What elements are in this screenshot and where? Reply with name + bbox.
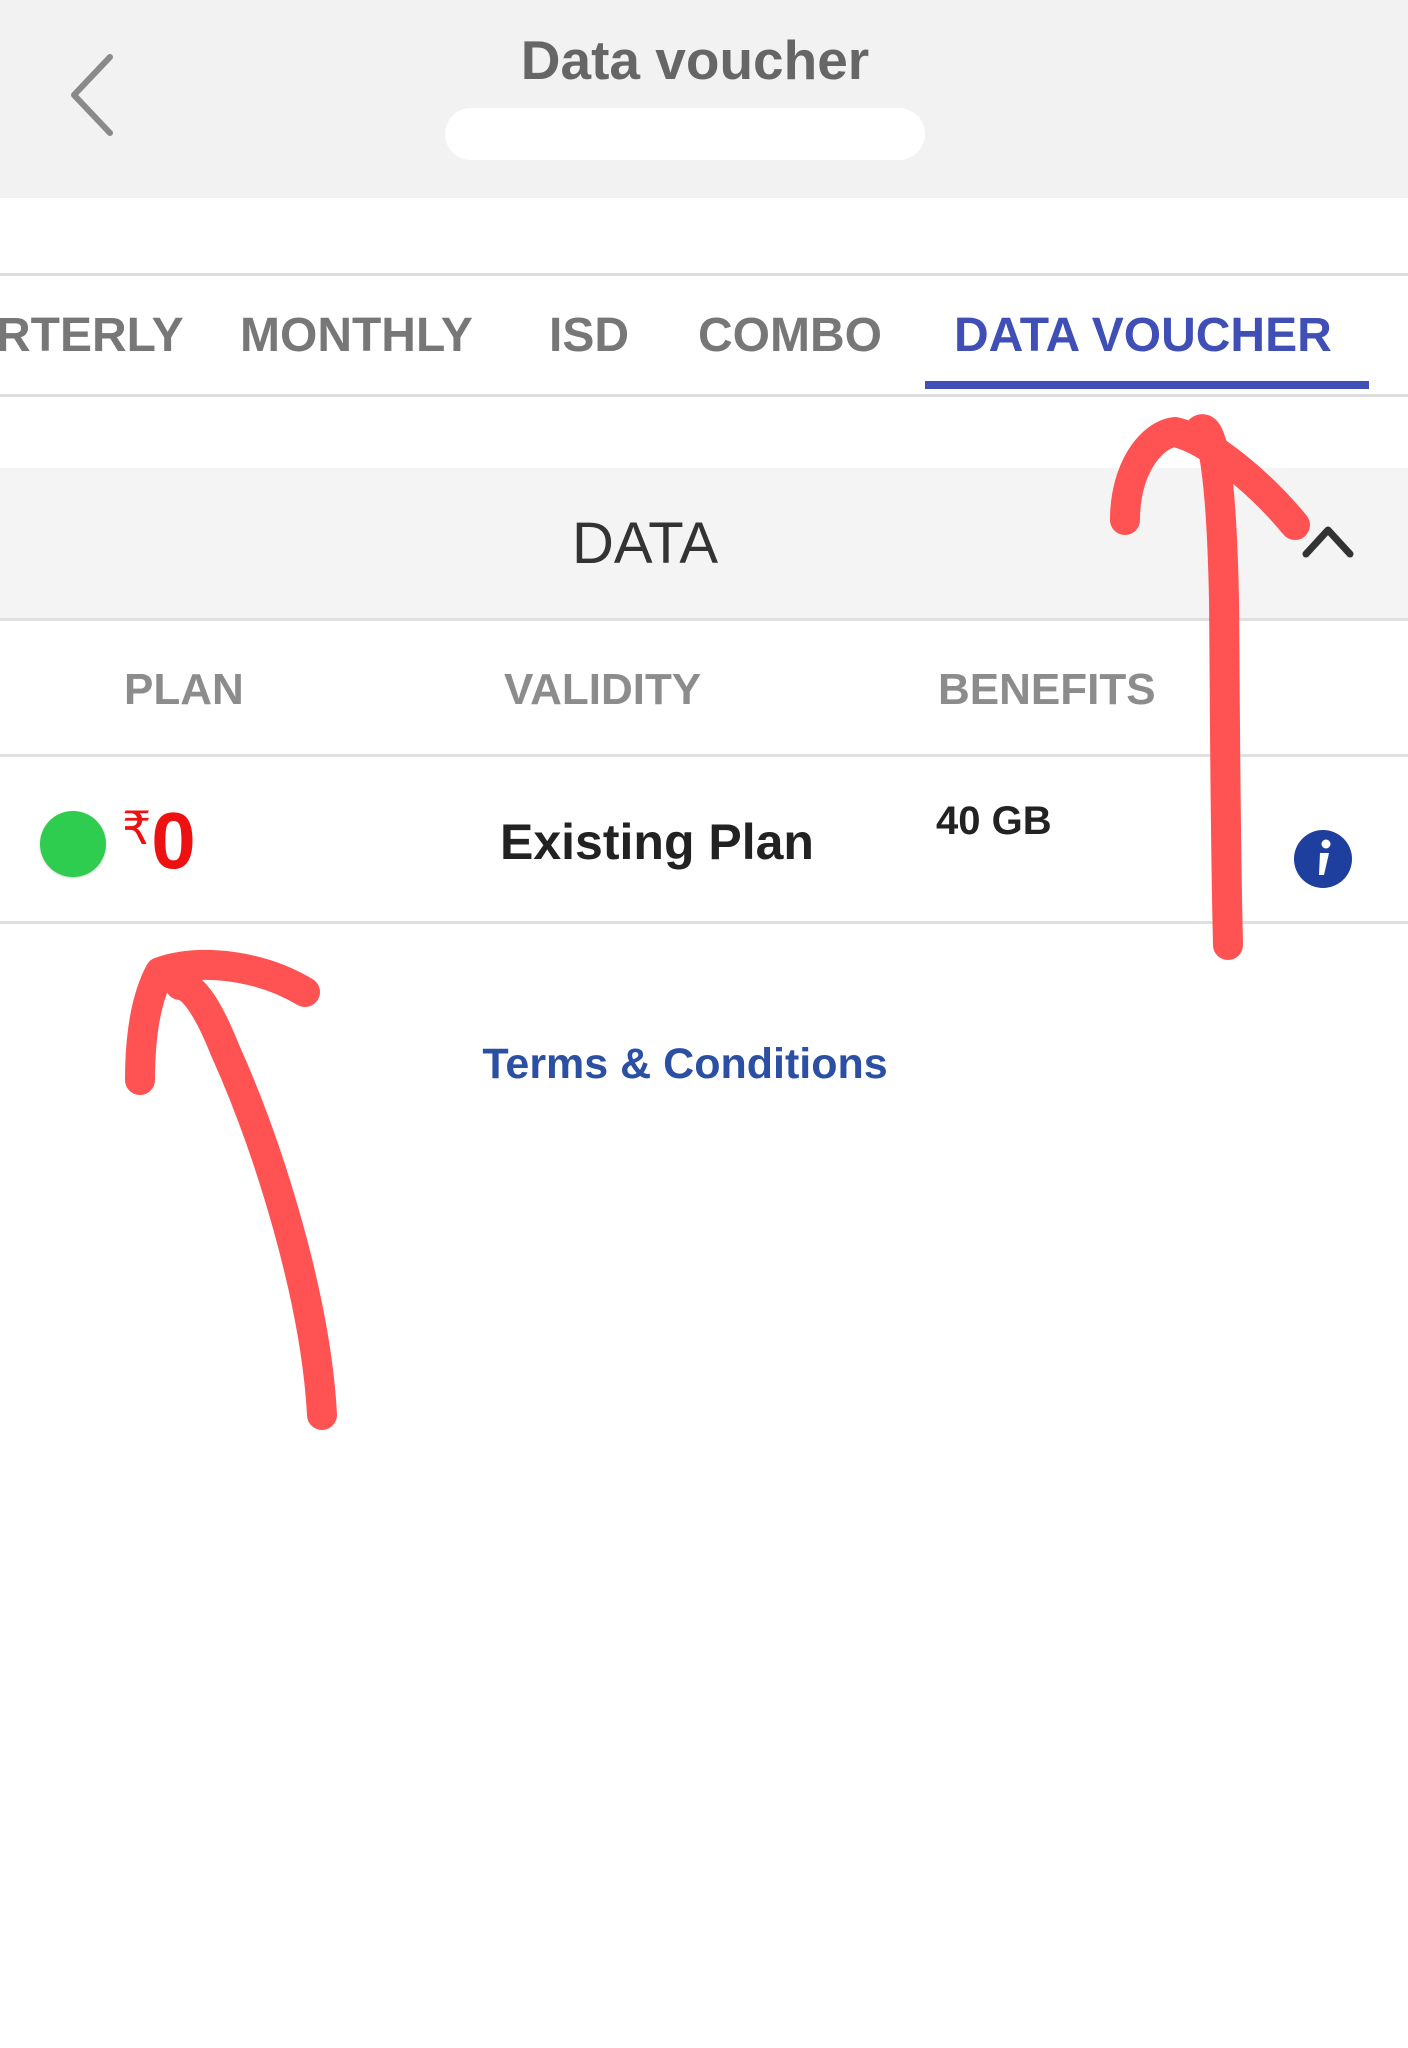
redacted-subtitle: [445, 108, 925, 160]
page: Data voucher RTERLY MONTHLY ISD COMBO DA…: [0, 0, 1408, 2048]
page-title: Data voucher: [520, 29, 870, 91]
chevron-up-icon[interactable]: [1298, 516, 1358, 566]
plan-price: ₹0: [122, 795, 196, 887]
info-icon[interactable]: [1293, 829, 1353, 889]
tab-data-voucher[interactable]: DATA VOUCHER: [954, 308, 1332, 363]
tab-combo[interactable]: COMBO: [698, 308, 882, 363]
active-tab-indicator: [925, 381, 1369, 389]
table-row[interactable]: ₹0 Existing Plan 40 GB: [0, 757, 1408, 922]
data-section-header[interactable]: DATA: [0, 468, 1408, 621]
plan-validity: Existing Plan: [500, 814, 814, 870]
section-title: DATA: [571, 511, 719, 576]
plan-benefits: 40 GB: [936, 799, 1052, 843]
plan-tabs: RTERLY MONTHLY ISD COMBO DATA VOUCHER: [0, 273, 1408, 397]
tab-isd[interactable]: ISD: [549, 308, 629, 363]
price-amount: 0: [151, 796, 196, 885]
tab-monthly[interactable]: MONTHLY: [240, 308, 473, 363]
column-header-benefits: BENEFITS: [938, 665, 1156, 714]
divider: [0, 921, 1408, 924]
top-header: Data voucher: [0, 0, 1408, 198]
currency-symbol: ₹: [122, 802, 152, 854]
tab-quarterly[interactable]: RTERLY: [0, 308, 184, 363]
terms-link[interactable]: Terms & Conditions: [0, 1040, 1370, 1089]
selected-indicator[interactable]: [40, 811, 106, 877]
column-header-validity: VALIDITY: [504, 665, 702, 714]
column-header-plan: PLAN: [124, 665, 244, 714]
